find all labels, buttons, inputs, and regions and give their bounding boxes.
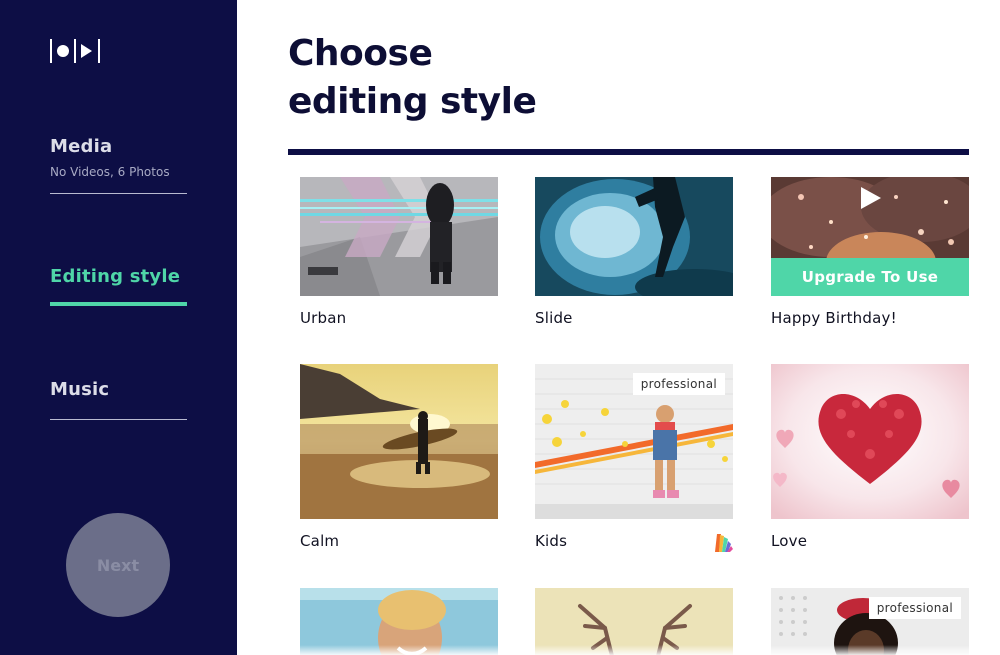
style-label: Happy Birthday!: [771, 309, 897, 327]
upgrade-to-use-button[interactable]: Upgrade To Use: [771, 258, 969, 296]
sidebar-item-media[interactable]: Media No Videos, 6 Photos: [50, 136, 187, 194]
app-window: Media No Videos, 6 Photos Editing style …: [0, 0, 1000, 655]
style-card-calm[interactable]: Calm: [300, 364, 498, 550]
style-label-row: Kids: [535, 532, 733, 552]
sidebar-item-label: Editing style: [50, 266, 181, 287]
style-label: Slide: [535, 309, 573, 327]
color-palette-icon: [715, 534, 733, 552]
style-card-urban[interactable]: Urban: [300, 177, 498, 327]
style-thumbnail: [771, 364, 969, 519]
next-button[interactable]: Next: [66, 513, 170, 617]
active-indicator: [50, 302, 187, 306]
sidebar-item-label: Media: [50, 136, 113, 157]
style-thumbnail: [300, 364, 498, 519]
style-card-happy-birthday[interactable]: Upgrade To Use Happy Birthday!: [771, 177, 969, 327]
sidebar: Media No Videos, 6 Photos Editing style …: [0, 0, 237, 655]
professional-badge: professional: [868, 597, 961, 619]
record-play-logo-icon[interactable]: [50, 38, 102, 64]
style-thumbnail: Upgrade To Use: [771, 177, 969, 296]
style-thumbnail: professional: [535, 364, 733, 519]
style-label: Calm: [300, 532, 340, 550]
style-thumbnail: [300, 177, 498, 296]
page-title-line2: editing style: [288, 81, 537, 122]
professional-badge: professional: [632, 373, 725, 395]
media-count: No Videos, 6 Photos: [50, 165, 170, 179]
sidebar-item-label: Music: [50, 379, 110, 400]
divider: [50, 419, 187, 420]
style-label: Kids: [535, 532, 568, 550]
style-label: Urban: [300, 309, 347, 327]
style-thumbnail: [535, 177, 733, 296]
sidebar-item-editing-style[interactable]: Editing style: [50, 266, 187, 306]
heading-divider: [288, 149, 969, 155]
style-card-kids[interactable]: professional Kids: [535, 364, 733, 552]
page-title-line1: Choose: [288, 33, 433, 74]
play-icon[interactable]: [861, 187, 881, 209]
scroll-fade: [237, 645, 1000, 655]
divider: [50, 193, 187, 194]
style-label: Love: [771, 532, 808, 550]
style-card-slide[interactable]: Slide: [535, 177, 733, 327]
sidebar-item-music[interactable]: Music: [50, 379, 187, 420]
page-title: Choose editing style: [288, 30, 537, 126]
style-card-love[interactable]: Love: [771, 364, 969, 550]
